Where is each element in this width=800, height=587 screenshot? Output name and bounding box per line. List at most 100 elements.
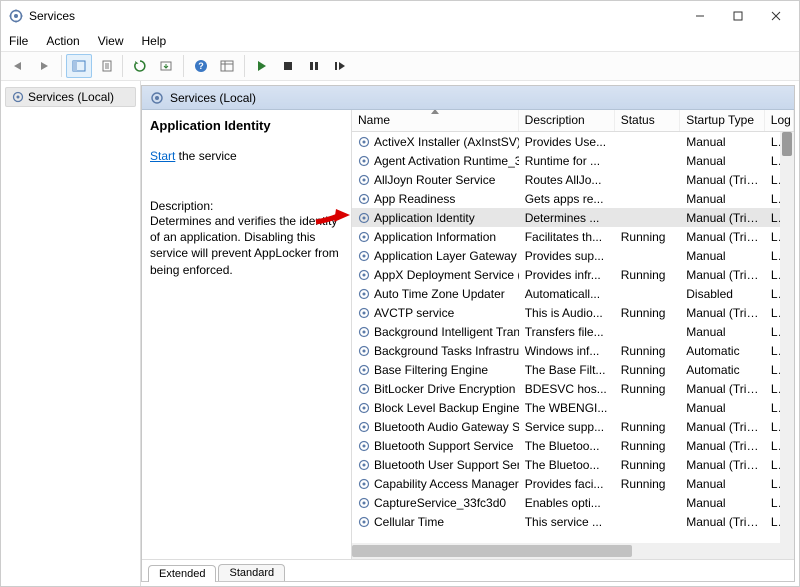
service-startup-type: Manual bbox=[680, 192, 765, 206]
service-status: Running bbox=[615, 268, 680, 282]
service-row[interactable]: AVCTP serviceThis is Audio...RunningManu… bbox=[352, 303, 794, 322]
service-startup-type: Manual (Trigg... bbox=[680, 268, 765, 282]
service-name: Agent Activation Runtime_3... bbox=[374, 154, 519, 168]
service-description: The Base Filt... bbox=[519, 363, 615, 377]
pause-service-button[interactable] bbox=[301, 54, 327, 78]
service-row[interactable]: App ReadinessGets apps re...ManualLoc bbox=[352, 189, 794, 208]
col-description[interactable]: Description bbox=[519, 110, 615, 131]
gear-icon bbox=[358, 288, 370, 300]
menu-action[interactable]: Action bbox=[44, 32, 81, 50]
toolbar: ? bbox=[1, 51, 799, 81]
service-row[interactable]: Application InformationFacilitates th...… bbox=[352, 227, 794, 246]
col-logon-as[interactable]: Log On As bbox=[765, 110, 794, 131]
main-body: Services (Local) Services (Local) Applic… bbox=[1, 81, 799, 586]
service-name-cell: AppX Deployment Service (A... bbox=[352, 268, 519, 282]
tab-standard[interactable]: Standard bbox=[218, 564, 285, 581]
column-headers: Name Description Status Startup Type Log… bbox=[352, 110, 794, 132]
view-details-button[interactable] bbox=[214, 54, 240, 78]
export-list-button[interactable] bbox=[153, 54, 179, 78]
service-name: Capability Access Manager S... bbox=[374, 477, 519, 491]
service-status: Running bbox=[615, 382, 680, 396]
svg-text:?: ? bbox=[198, 61, 204, 71]
maximize-button[interactable] bbox=[719, 2, 757, 30]
service-row[interactable]: Cellular TimeThis service ...Manual (Tri… bbox=[352, 512, 794, 531]
service-name-cell: Capability Access Manager S... bbox=[352, 477, 519, 491]
stop-service-button[interactable] bbox=[275, 54, 301, 78]
service-row[interactable]: Capability Access Manager S...Provides f… bbox=[352, 474, 794, 493]
service-row[interactable]: Background Tasks Infrastruc...Windows in… bbox=[352, 341, 794, 360]
service-row[interactable]: Bluetooth Audio Gateway Se...Service sup… bbox=[352, 417, 794, 436]
service-startup-type: Manual (Trigg... bbox=[680, 306, 765, 320]
vertical-scrollbar-thumb[interactable] bbox=[782, 132, 792, 156]
refresh-button[interactable] bbox=[127, 54, 153, 78]
service-row[interactable]: Background Intelligent Tran...Transfers … bbox=[352, 322, 794, 341]
tree-node-services-local[interactable]: Services (Local) bbox=[5, 87, 136, 107]
service-name: Bluetooth Support Service bbox=[374, 439, 513, 453]
service-row[interactable]: Bluetooth User Support Serv...The Blueto… bbox=[352, 455, 794, 474]
gear-icon bbox=[358, 516, 370, 528]
content-pane: Services (Local) Application Identity St… bbox=[141, 85, 795, 582]
menu-help[interactable]: Help bbox=[140, 32, 169, 50]
service-row[interactable]: AppX Deployment Service (A...Provides in… bbox=[352, 265, 794, 284]
gear-icon bbox=[358, 231, 370, 243]
menubar: File Action View Help bbox=[1, 31, 799, 51]
service-startup-type: Manual bbox=[680, 249, 765, 263]
service-row[interactable]: Bluetooth Support ServiceThe Bluetoo...R… bbox=[352, 436, 794, 455]
service-startup-type: Manual bbox=[680, 154, 765, 168]
service-row[interactable]: AllJoyn Router ServiceRoutes AllJo...Man… bbox=[352, 170, 794, 189]
gear-icon bbox=[358, 459, 370, 471]
service-name-cell: Bluetooth Audio Gateway Se... bbox=[352, 420, 519, 434]
service-description: Automaticall... bbox=[519, 287, 615, 301]
service-row[interactable]: Application Layer Gateway S...Provides s… bbox=[352, 246, 794, 265]
service-startup-type: Manual bbox=[680, 496, 765, 510]
description-text: Determines and verifies the identity of … bbox=[150, 213, 347, 278]
service-description: Provides sup... bbox=[519, 249, 615, 263]
menu-file[interactable]: File bbox=[7, 32, 30, 50]
gear-icon bbox=[358, 497, 370, 509]
scrollbar-thumb[interactable] bbox=[352, 545, 632, 557]
service-row[interactable]: ActiveX Installer (AxInstSV)Provides Use… bbox=[352, 132, 794, 151]
tab-extended[interactable]: Extended bbox=[148, 565, 216, 582]
service-row[interactable]: Base Filtering EngineThe Base Filt...Run… bbox=[352, 360, 794, 379]
service-name-cell: Background Intelligent Tran... bbox=[352, 325, 519, 339]
restart-service-button[interactable] bbox=[327, 54, 353, 78]
console-tree: Services (Local) bbox=[1, 81, 141, 586]
gear-icon bbox=[358, 193, 370, 205]
service-row[interactable]: BitLocker Drive Encryption S...BDESVC ho… bbox=[352, 379, 794, 398]
service-startup-type: Automatic bbox=[680, 344, 765, 358]
service-description: Provides faci... bbox=[519, 477, 615, 491]
close-button[interactable] bbox=[757, 2, 795, 30]
service-name: Background Intelligent Tran... bbox=[374, 325, 519, 339]
service-row[interactable]: Block Level Backup Engine S...The WBENGI… bbox=[352, 398, 794, 417]
service-row[interactable]: Auto Time Zone UpdaterAutomaticall...Dis… bbox=[352, 284, 794, 303]
col-status[interactable]: Status bbox=[615, 110, 681, 131]
service-name-cell: Cellular Time bbox=[352, 515, 519, 529]
service-description: Windows inf... bbox=[519, 344, 615, 358]
col-startup-type[interactable]: Startup Type bbox=[680, 110, 765, 131]
service-description: Service supp... bbox=[519, 420, 615, 434]
service-row[interactable]: Agent Activation Runtime_3...Runtime for… bbox=[352, 151, 794, 170]
horizontal-scrollbar[interactable] bbox=[352, 543, 794, 559]
start-service-button[interactable] bbox=[249, 54, 275, 78]
service-startup-type: Manual (Trigg... bbox=[680, 173, 765, 187]
menu-view[interactable]: View bbox=[96, 32, 126, 50]
forward-button[interactable] bbox=[31, 54, 57, 78]
vertical-scrollbar[interactable] bbox=[780, 132, 794, 543]
gear-icon bbox=[150, 91, 164, 105]
service-startup-type: Manual (Trigg... bbox=[680, 382, 765, 396]
back-button[interactable] bbox=[5, 54, 31, 78]
service-description: Enables opti... bbox=[519, 496, 615, 510]
services-list: Name Description Status Startup Type Log… bbox=[352, 110, 794, 559]
gear-icon bbox=[358, 155, 370, 167]
help-button[interactable]: ? bbox=[188, 54, 214, 78]
description-label: Description: bbox=[150, 199, 347, 213]
start-service-link[interactable]: Start bbox=[150, 149, 175, 163]
properties-button[interactable] bbox=[92, 54, 118, 78]
col-name[interactable]: Name bbox=[352, 110, 519, 131]
minimize-button[interactable] bbox=[681, 2, 719, 30]
service-description: This service ... bbox=[519, 515, 615, 529]
service-row[interactable]: CaptureService_33fc3d0Enables opti...Man… bbox=[352, 493, 794, 512]
service-description: Facilitates th... bbox=[519, 230, 615, 244]
show-hide-console-tree-button[interactable] bbox=[66, 54, 92, 78]
service-row[interactable]: Application IdentityDetermines ...Manual… bbox=[352, 208, 794, 227]
